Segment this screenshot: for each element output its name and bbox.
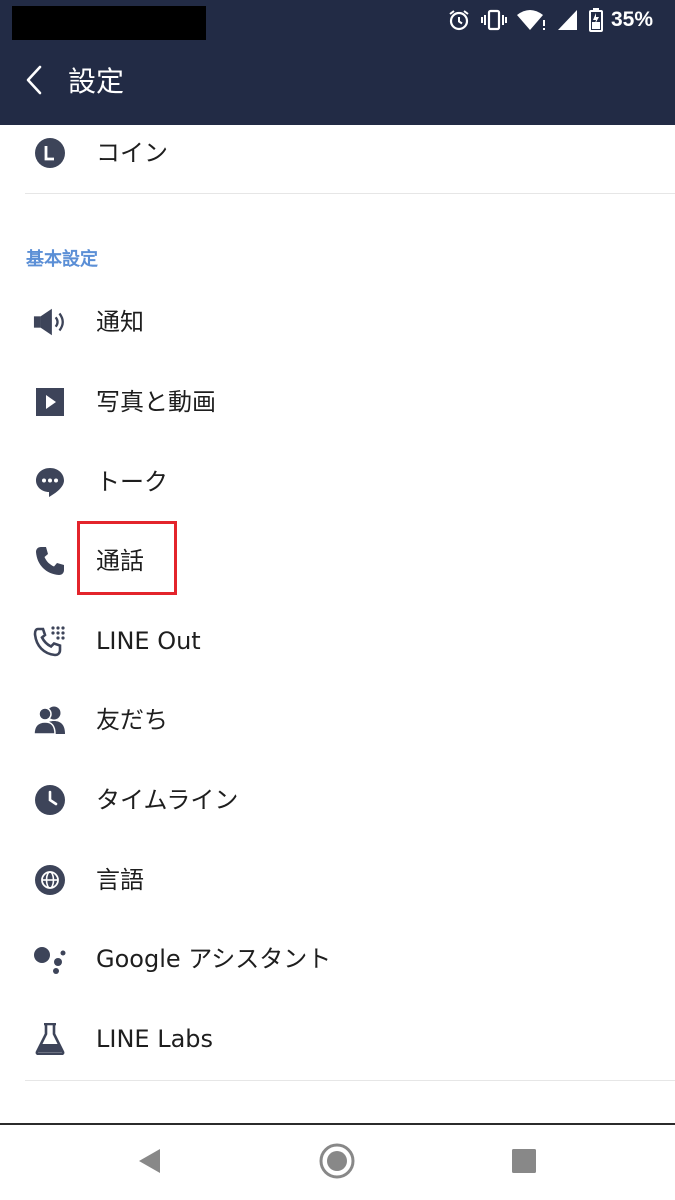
- settings-item-language[interactable]: 言語: [0, 845, 675, 915]
- chevron-left-icon: [24, 64, 44, 100]
- settings-item-label: コイン: [96, 139, 168, 167]
- highlight-box: [77, 521, 177, 595]
- settings-item-google-assistant[interactable]: Google アシスタント: [0, 924, 675, 994]
- chat-icon: [33, 465, 67, 499]
- divider: [25, 193, 675, 194]
- section-header-basic-settings: 基本設定: [26, 249, 98, 270]
- settings-item-friends[interactable]: 友だち: [0, 685, 675, 755]
- status-redacted-area: [12, 6, 206, 40]
- nav-back-icon: [136, 1147, 162, 1179]
- settings-item-notifications[interactable]: 通知: [0, 287, 675, 357]
- settings-item-label: 写真と動画: [96, 388, 216, 416]
- settings-item-chats[interactable]: トーク: [0, 447, 675, 517]
- settings-list[interactable]: コイン 基本設定 通知 写真と動画 トーク 通話 LINE Out 友だち タイ…: [0, 125, 675, 1125]
- coin-icon: [33, 136, 67, 170]
- settings-item-coin[interactable]: コイン: [0, 118, 675, 188]
- nav-back-button[interactable]: [127, 1141, 171, 1185]
- battery-icon: [588, 8, 603, 32]
- settings-item-label: Google アシスタント: [96, 945, 332, 973]
- settings-item-label: LINE Out: [96, 627, 201, 655]
- settings-item-timeline[interactable]: タイムライン: [0, 765, 675, 835]
- navigation-bar: [0, 1123, 675, 1200]
- settings-item-label: タイムライン: [96, 786, 239, 814]
- settings-item-label: LINE Labs: [96, 1025, 214, 1053]
- settings-item-label: 友だち: [96, 706, 168, 734]
- assistant-icon: [33, 942, 67, 976]
- app-bar: 設定: [0, 42, 675, 125]
- signal-icon: [557, 8, 579, 32]
- nav-home-button[interactable]: [315, 1141, 359, 1185]
- globe-icon: [33, 863, 67, 897]
- settings-item-photos-videos[interactable]: 写真と動画: [0, 367, 675, 437]
- status-icons: 35%: [447, 4, 653, 36]
- clock-icon: [33, 783, 67, 817]
- nav-recents-button[interactable]: [502, 1141, 546, 1185]
- phone-icon: [33, 544, 67, 578]
- speaker-icon: [33, 305, 67, 339]
- battery-percentage: 35%: [610, 8, 653, 31]
- settings-item-label: 通知: [96, 308, 144, 336]
- back-button[interactable]: [12, 56, 56, 108]
- status-bar: 35%: [0, 0, 675, 42]
- alarm-icon: [447, 8, 471, 32]
- friends-icon: [33, 703, 67, 737]
- wifi-icon: [516, 8, 547, 32]
- phone-dial-icon: [33, 624, 67, 658]
- vibrate-icon: [480, 8, 507, 32]
- divider: [25, 1080, 675, 1081]
- settings-item-line-labs[interactable]: LINE Labs: [0, 1004, 675, 1074]
- play-icon: [33, 385, 67, 419]
- settings-item-label: 言語: [96, 866, 144, 894]
- nav-home-icon: [318, 1142, 356, 1184]
- flask-icon: [33, 1022, 67, 1056]
- nav-recents-icon: [511, 1148, 537, 1178]
- page-title: 設定: [68, 65, 125, 98]
- settings-item-label: トーク: [96, 468, 168, 496]
- settings-item-line-out[interactable]: LINE Out: [0, 606, 675, 676]
